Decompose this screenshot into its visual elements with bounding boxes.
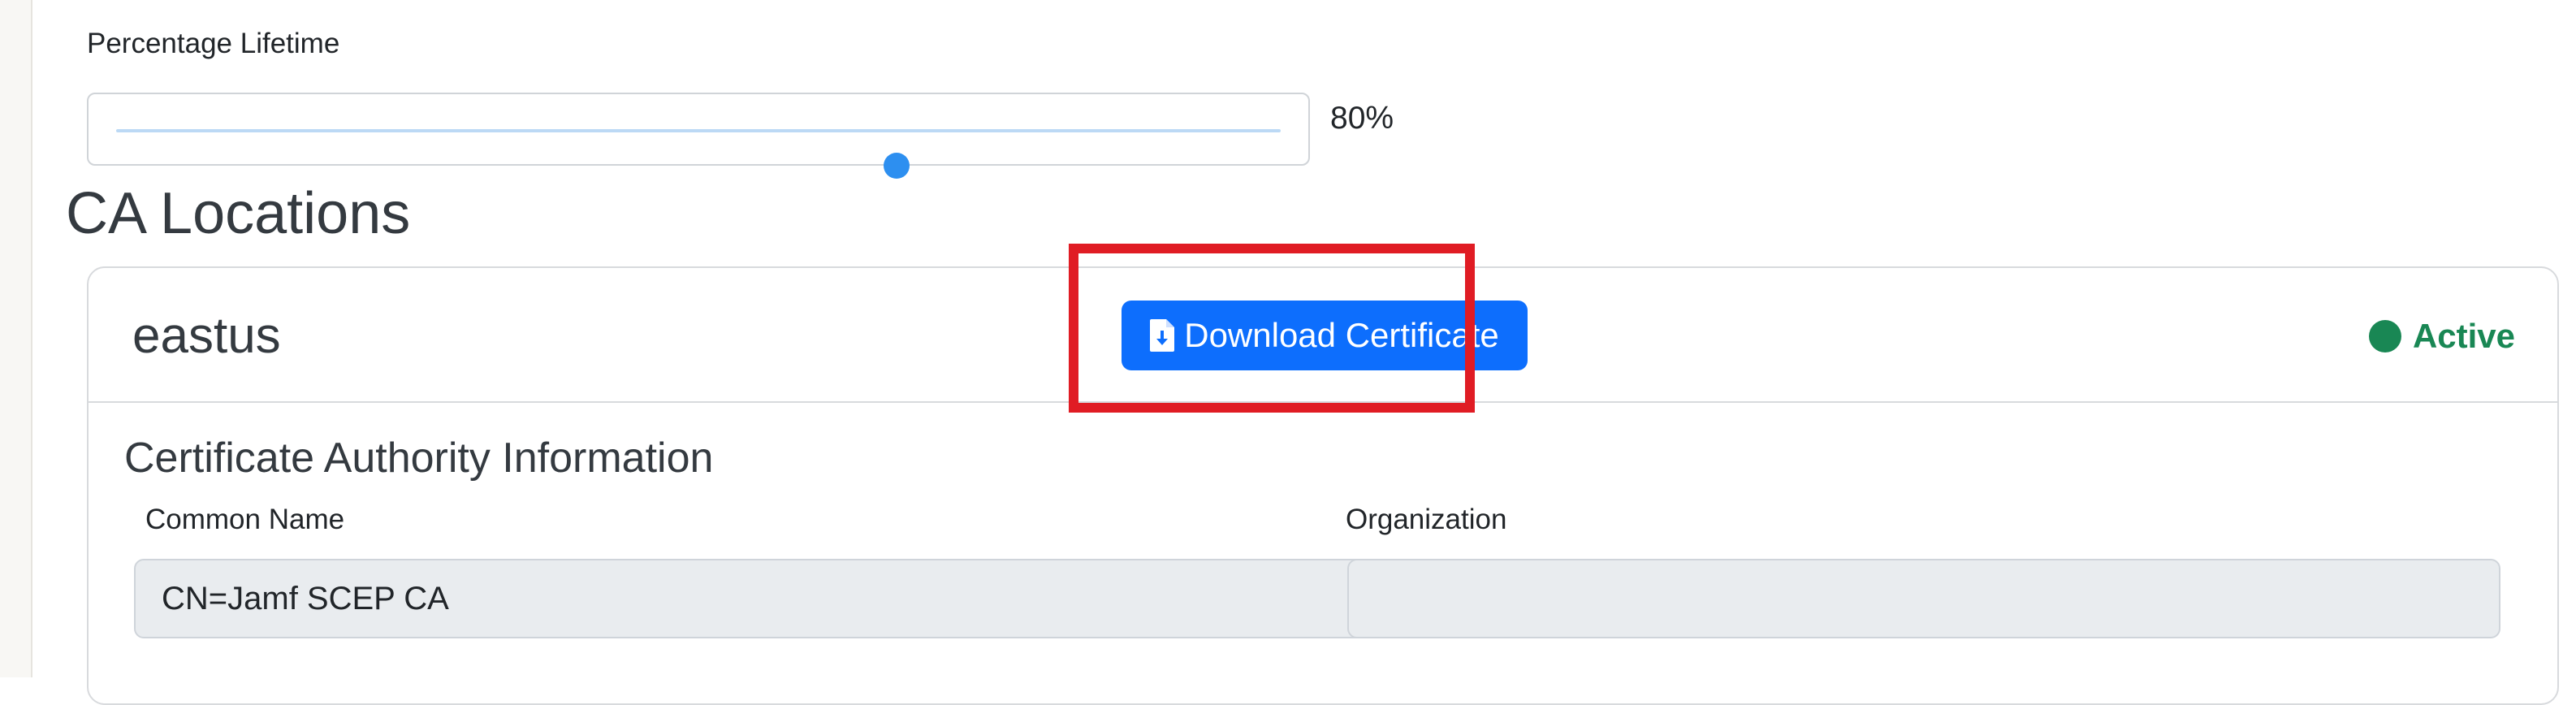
organization-label: Organization xyxy=(1346,504,1507,535)
ca-location-card-header: eastus Download Certificate Active xyxy=(89,268,2557,403)
status-text: Active xyxy=(2412,317,2515,355)
download-certificate-button[interactable]: Download Certificate xyxy=(1122,301,1528,370)
common-name-field[interactable]: CN=Jamf SCEP CA xyxy=(134,559,1377,638)
status-dot-icon xyxy=(2368,320,2401,352)
organization-field[interactable] xyxy=(1347,559,2500,638)
common-name-label: Common Name xyxy=(145,504,345,535)
slider-thumb[interactable] xyxy=(883,153,910,179)
download-certificate-label: Download Certificate xyxy=(1184,316,1499,354)
left-sidebar-edge xyxy=(0,0,32,677)
slider-track[interactable] xyxy=(116,129,1281,179)
status-badge: Active xyxy=(2368,317,2515,356)
percentage-lifetime-slider[interactable] xyxy=(87,93,1310,179)
region-name: eastus xyxy=(132,308,281,364)
percentage-lifetime-label: Percentage Lifetime xyxy=(87,28,340,59)
ca-locations-title: CA Locations xyxy=(66,181,411,246)
file-download-icon xyxy=(1150,319,1175,352)
percentage-lifetime-value: 80% xyxy=(1330,101,1394,136)
ca-location-card: eastus Download Certificate Active Certi… xyxy=(87,266,2559,705)
certificate-authority-info-title: Certificate Authority Information xyxy=(124,435,714,482)
